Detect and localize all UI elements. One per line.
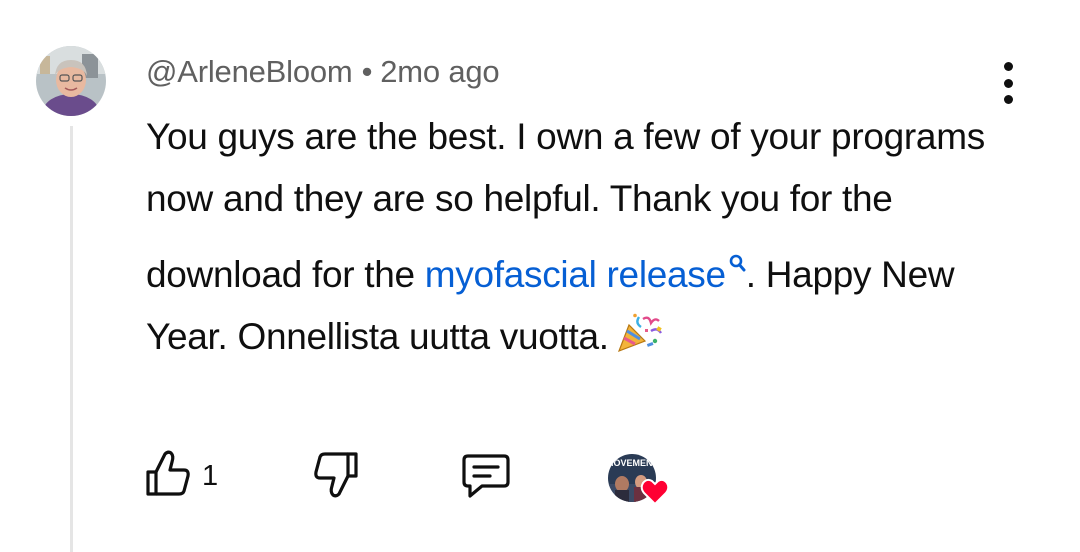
- author-handle[interactable]: @ArleneBloom: [146, 54, 353, 89]
- more-options-icon: [1003, 62, 1013, 71]
- thread-line: [70, 126, 73, 552]
- heart-icon: [640, 478, 670, 506]
- search-suggestion-link[interactable]: myofascial release: [425, 254, 746, 295]
- more-options-button[interactable]: [990, 62, 1026, 104]
- dislike-button[interactable]: [312, 448, 360, 505]
- like-button[interactable]: 1: [144, 448, 218, 505]
- reply-button[interactable]: [460, 448, 512, 505]
- comment-text: You guys are the best. I own a few of yo…: [146, 106, 1026, 372]
- comment-header: @ArleneBloom • 2mo ago: [146, 54, 500, 90]
- svg-text:MOVEMENT: MOVEMENT: [608, 458, 658, 468]
- avatar-image: [36, 46, 106, 116]
- more-options-dot: [1003, 78, 1013, 88]
- party-popper-icon: [615, 310, 663, 372]
- thumbs-down-icon: [312, 448, 360, 505]
- comment-timestamp: 2mo ago: [380, 54, 500, 89]
- like-count: 1: [202, 460, 219, 492]
- separator-dot: •: [361, 54, 373, 89]
- thumbs-up-icon: [144, 448, 192, 505]
- avatar[interactable]: [36, 46, 106, 116]
- creator-heart-badge: MOVEMENT: [608, 454, 670, 506]
- search-link-text: myofascial release: [424, 254, 726, 295]
- reply-comment-icon: [460, 448, 512, 505]
- search-icon: [729, 230, 746, 292]
- more-options-dot: [1003, 95, 1013, 104]
